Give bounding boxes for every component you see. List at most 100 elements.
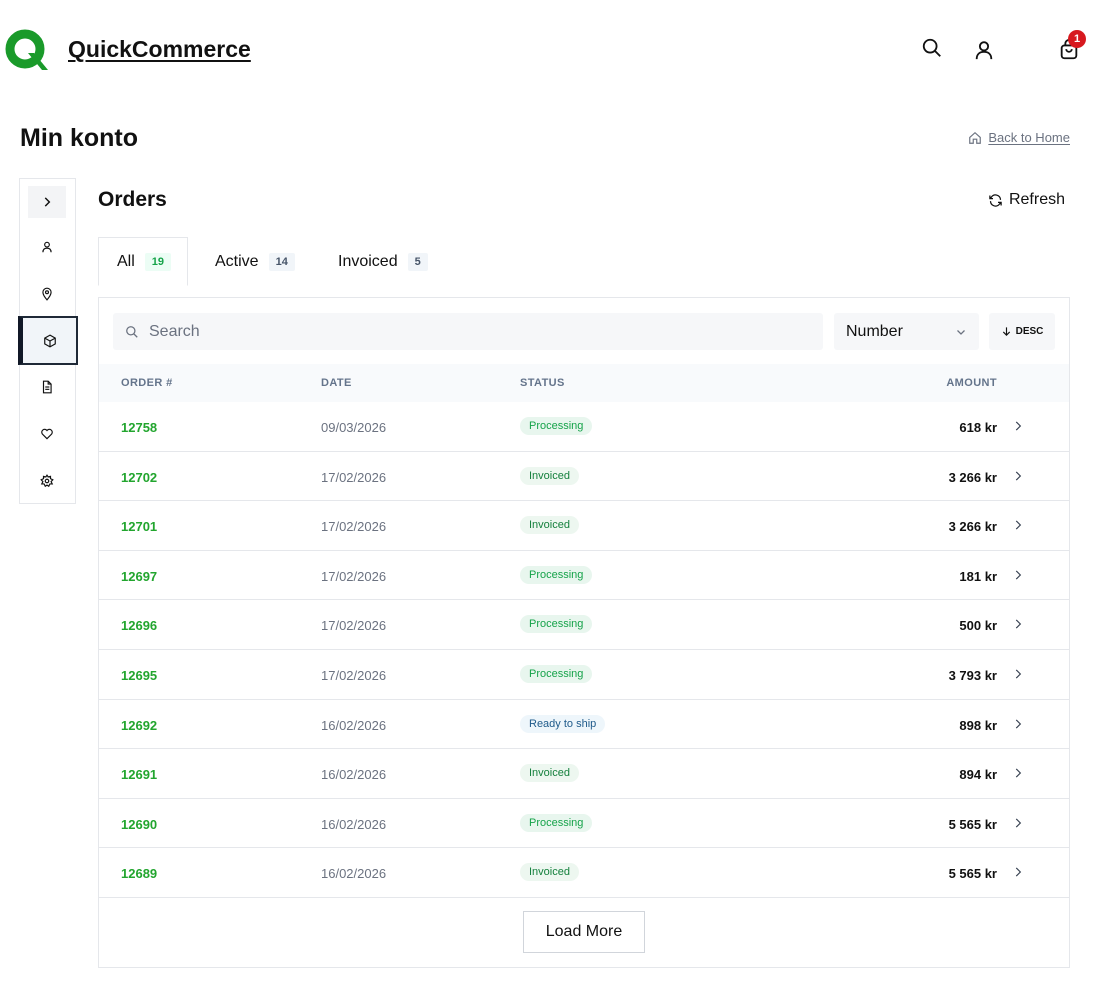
status-badge: Ready to ship xyxy=(520,714,606,733)
back-to-home-link[interactable]: Back to Home xyxy=(968,130,1070,145)
status-badge: Processing xyxy=(520,417,593,435)
orders-title: Orders xyxy=(98,188,167,211)
order-number-link[interactable]: 12691 xyxy=(121,767,157,782)
order-number-link[interactable]: 12696 xyxy=(121,618,157,633)
search-box[interactable] xyxy=(113,313,823,350)
orders-table-body: 12758 09/03/2026 Processing 618 kr 12702 17/0… xyxy=(99,402,1069,898)
tab-label: All xyxy=(117,252,135,270)
brand-link[interactable]: QuickCommerce xyxy=(68,36,251,63)
status-badge: Invoiced xyxy=(520,466,579,485)
user-icon[interactable] xyxy=(972,38,996,62)
order-amount: 3 266 kr xyxy=(948,519,997,535)
chevron-right-icon[interactable] xyxy=(1011,766,1025,780)
order-amount: 5 565 kr xyxy=(948,816,997,832)
table-row[interactable]: 12702 17/02/2026 Invoiced 3 266 kr xyxy=(99,452,1069,502)
package-icon xyxy=(43,333,56,348)
status-badge: Processing xyxy=(520,813,593,832)
home-icon xyxy=(969,131,982,144)
status-badge: Processing xyxy=(520,664,593,683)
chevron-right-icon[interactable] xyxy=(1011,469,1025,483)
refresh-button[interactable]: Refresh xyxy=(988,191,1065,209)
gear-icon xyxy=(40,474,54,488)
sidenav-item-invoices[interactable] xyxy=(28,371,66,403)
table-row[interactable]: 12701 17/02/2026 Invoiced 3 266 kr xyxy=(99,501,1069,551)
order-number-link[interactable]: 12689 xyxy=(121,866,157,881)
map-pin-icon xyxy=(42,287,52,301)
user-icon xyxy=(42,241,52,253)
site-header: QuickCommerce 1 xyxy=(0,0,1098,100)
table-row[interactable]: 12689 16/02/2026 Invoiced 5 565 kr xyxy=(99,848,1069,898)
sidenav-item-wishlist[interactable] xyxy=(28,418,66,450)
order-number-link[interactable]: 12690 xyxy=(121,817,157,832)
sidenav-item-profile[interactable] xyxy=(28,231,66,263)
column-header-date[interactable]: DATE xyxy=(321,377,352,389)
order-date: 09/03/2026 xyxy=(321,420,387,435)
order-amount: 5 565 kr xyxy=(948,866,997,882)
order-number-link[interactable]: 12695 xyxy=(121,668,157,683)
table-row[interactable]: 12691 16/02/2026 Invoiced 894 kr xyxy=(99,749,1069,799)
table-row[interactable]: 12758 09/03/2026 Processing 618 kr xyxy=(99,402,1069,452)
back-to-home-label: Back to Home xyxy=(988,130,1070,145)
sidenav-toggle-button[interactable] xyxy=(28,186,66,218)
search-icon[interactable] xyxy=(920,36,944,60)
order-amount: 3 266 kr xyxy=(948,469,997,485)
order-number-link[interactable]: 12701 xyxy=(121,519,157,534)
sidenav-item-addresses[interactable] xyxy=(28,278,66,310)
search-input[interactable] xyxy=(149,322,789,341)
chevron-right-icon[interactable] xyxy=(1011,568,1025,582)
column-header-amount[interactable]: AMOUNT xyxy=(946,377,997,389)
order-number-link[interactable]: 12692 xyxy=(121,718,157,733)
order-number-link[interactable]: 12758 xyxy=(121,420,157,435)
sort-field-select[interactable]: Number xyxy=(834,313,979,350)
order-date: 17/02/2026 xyxy=(321,568,387,584)
order-amount: 3 793 kr xyxy=(948,667,997,683)
chevron-right-icon[interactable] xyxy=(1011,865,1025,879)
order-number-link[interactable]: 12697 xyxy=(121,569,157,584)
tab-all[interactable]: All 19 xyxy=(98,237,188,286)
order-number-link[interactable]: 12702 xyxy=(121,470,157,485)
order-amount: 618 kr xyxy=(959,420,997,435)
sidenav-item-settings[interactable] xyxy=(28,465,66,497)
sidenav-item-orders[interactable] xyxy=(18,316,78,365)
table-row[interactable]: 12695 17/02/2026 Processing 3 793 kr xyxy=(99,650,1069,700)
order-amount: 898 kr xyxy=(959,717,997,733)
order-date: 16/02/2026 xyxy=(321,816,387,832)
chevron-right-icon[interactable] xyxy=(1011,518,1025,532)
arrow-down-icon xyxy=(1002,327,1010,336)
status-badge: Invoiced xyxy=(520,516,579,535)
table-row[interactable]: 12690 16/02/2026 Processing 5 565 kr xyxy=(99,799,1069,849)
sort-direction-label: DESC xyxy=(1015,326,1044,337)
tab-count-badge: 14 xyxy=(268,252,295,271)
account-sidenav xyxy=(18,178,78,504)
sort-direction-button[interactable]: DESC xyxy=(989,313,1055,350)
order-amount: 181 kr xyxy=(959,568,997,584)
table-row[interactable]: 12697 17/02/2026 Processing 181 kr xyxy=(99,551,1069,601)
search-icon xyxy=(126,325,138,338)
chevron-right-icon[interactable] xyxy=(1011,816,1025,830)
order-amount: 894 kr xyxy=(959,767,997,783)
tab-invoiced[interactable]: Invoiced 5 xyxy=(338,237,428,286)
order-date: 16/02/2026 xyxy=(321,717,387,733)
chevron-right-icon[interactable] xyxy=(1011,617,1025,631)
logo-icon[interactable] xyxy=(4,28,48,72)
order-date: 16/02/2026 xyxy=(321,866,387,882)
load-more-button[interactable]: Load More xyxy=(523,911,645,953)
status-badge: Processing xyxy=(520,615,593,634)
column-header-status[interactable]: STATUS xyxy=(520,377,565,389)
order-date: 17/02/2026 xyxy=(321,618,387,634)
status-badge: Invoiced xyxy=(520,764,579,783)
chevron-right-icon[interactable] xyxy=(1011,419,1025,433)
tab-active[interactable]: Active 14 xyxy=(215,237,295,286)
refresh-label: Refresh xyxy=(1008,191,1065,208)
tab-count-badge: 5 xyxy=(407,252,428,271)
table-row[interactable]: 12692 16/02/2026 Ready to ship 898 kr xyxy=(99,700,1069,750)
table-row[interactable]: 12696 17/02/2026 Processing 500 kr xyxy=(99,600,1069,650)
order-amount: 500 kr xyxy=(959,618,997,634)
heart-icon xyxy=(41,428,53,440)
column-header-order[interactable]: ORDER # xyxy=(121,377,173,389)
table-header: ORDER # DATE STATUS AMOUNT xyxy=(99,364,1069,402)
chevron-right-icon[interactable] xyxy=(1011,717,1025,731)
order-date: 17/02/2026 xyxy=(321,667,387,683)
chevron-right-icon[interactable] xyxy=(1011,667,1025,681)
tab-count-badge: 19 xyxy=(144,252,172,271)
